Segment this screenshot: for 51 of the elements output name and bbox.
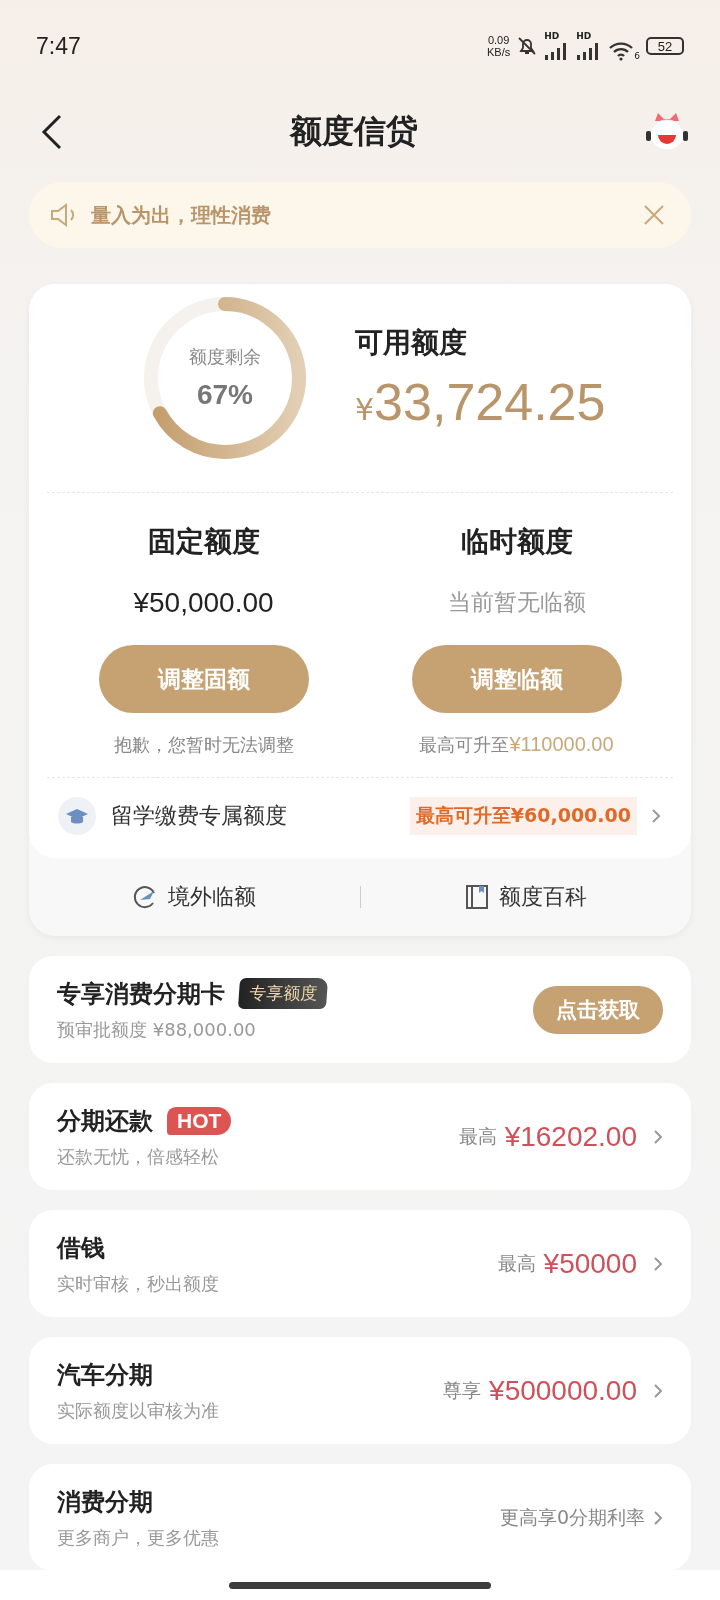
offer-subtitle: 预审批额度 ¥88,000.00 xyxy=(57,1017,257,1042)
product-title: 汽车分期 xyxy=(57,1359,153,1391)
offer-title: 专享消费分期卡 xyxy=(57,978,225,1010)
chevron-icon xyxy=(653,1128,663,1145)
product-prefix: 最高 xyxy=(458,1123,497,1149)
product-subtitle: 实时审核，秒出额度 xyxy=(57,1271,219,1296)
quota-title: 临时额度 xyxy=(460,524,573,560)
quota-value: 当前暂无临额 xyxy=(447,588,586,617)
mascot-icon[interactable] xyxy=(644,111,690,153)
book-icon xyxy=(464,884,489,910)
ring-percent: 67% xyxy=(196,379,253,411)
quota-title: 固定额度 xyxy=(147,524,260,560)
quota-link[interactable]: 境外临额 xyxy=(29,882,360,912)
product-prefix: 最高 xyxy=(497,1250,536,1276)
currency-sign: ¥ xyxy=(355,392,375,427)
study-quota-row[interactable]: 留学缴费专属额度 最高可升至¥60,000.00 xyxy=(47,778,673,858)
product-card[interactable]: 汽车分期 实际额度以审核为准 尊享 ¥500000.00 xyxy=(29,1337,691,1444)
product-subtitle: 更多商户，更多优惠 xyxy=(57,1525,219,1550)
product-title: 消费分期 xyxy=(57,1486,153,1518)
quota-note: 最高可升至¥110000.00 xyxy=(419,733,614,757)
chevron-icon xyxy=(653,1255,663,1272)
back-icon[interactable] xyxy=(40,114,64,150)
notice-text: 量入为出，理性消费 xyxy=(91,201,272,229)
available-amount: 33,724.25 xyxy=(374,372,606,432)
product-card[interactable]: 消费分期 更多商户，更多优惠 更高享0分期利率 xyxy=(29,1464,691,1571)
product-title: 借钱 xyxy=(57,1232,105,1264)
battery-icon: 52 xyxy=(646,37,684,55)
product-title: 分期还款 xyxy=(57,1105,153,1137)
chevron-icon xyxy=(651,808,661,824)
quota-value: ¥50,000.00 xyxy=(133,587,274,620)
status-time: 7:47 xyxy=(36,32,81,60)
ring-label: 额度剩余 xyxy=(189,345,261,369)
product-card[interactable]: 分期还款 HOT 还款无忧，倍感轻松 最高 ¥16202.00 xyxy=(29,1083,691,1190)
product-amount: ¥50000 xyxy=(543,1247,637,1280)
quota-note: 抱歉，您暂时无法调整 xyxy=(113,733,294,757)
product-amount: ¥500000.00 xyxy=(489,1374,637,1407)
hot-badge: HOT xyxy=(167,1106,232,1135)
product-subtitle: 实际额度以审核为准 xyxy=(57,1398,219,1423)
available-label: 可用额度 xyxy=(355,325,468,361)
graduation-cap-icon xyxy=(57,796,97,836)
product-subtitle: 还款无忧，倍感轻松 xyxy=(57,1144,220,1169)
chevron-icon xyxy=(653,1509,663,1526)
product-amount: ¥16202.00 xyxy=(504,1120,637,1153)
product-prefix: 更高享0分期利率 xyxy=(499,1504,645,1530)
product-prefix: 尊享 xyxy=(443,1377,482,1403)
quota-link[interactable]: 额度百科 xyxy=(360,882,691,912)
network-speed: 0.09 KB/s xyxy=(487,34,511,58)
exclusive-badge: 专享额度 xyxy=(237,978,329,1009)
product-card[interactable]: 借钱 实时审核，秒出额度 最高 ¥50000 xyxy=(29,1210,691,1317)
page-title: 额度信贷 xyxy=(290,111,418,152)
chevron-icon xyxy=(653,1382,663,1399)
